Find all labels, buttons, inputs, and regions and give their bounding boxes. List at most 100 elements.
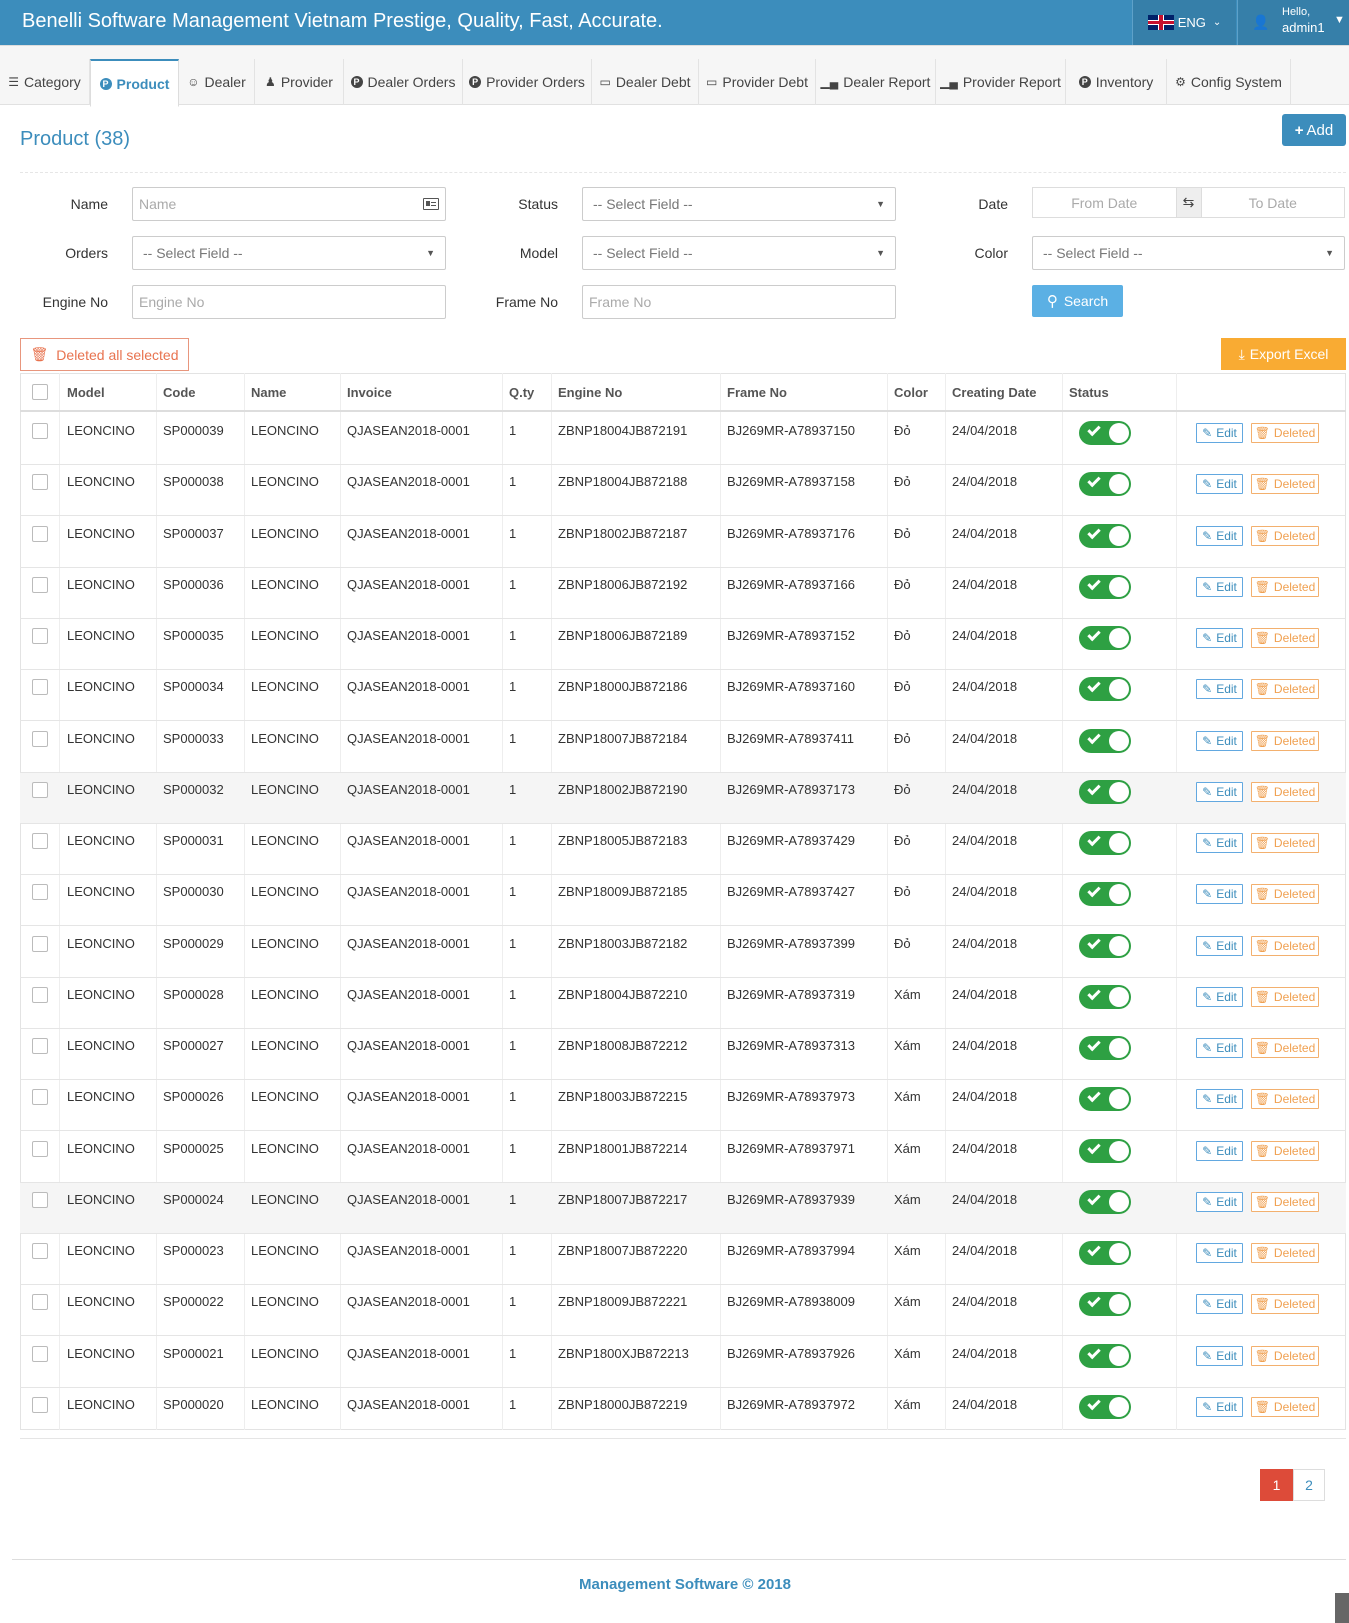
row-checkbox[interactable] (32, 423, 48, 439)
user-menu[interactable]: 👤 Hello, admin1 ▼ (1237, 0, 1349, 45)
delete-button[interactable]: 🗑 Deleted (1251, 987, 1319, 1007)
edit-button[interactable]: ✎ Edit (1196, 628, 1243, 648)
to-date-input[interactable]: To Date (1202, 188, 1345, 217)
page-1-button[interactable]: 1 (1260, 1469, 1293, 1501)
edit-button[interactable]: ✎ Edit (1196, 833, 1243, 853)
row-checkbox[interactable] (32, 1089, 48, 1105)
edit-button[interactable]: ✎ Edit (1196, 1038, 1243, 1058)
delete-all-selected-button[interactable]: 🗑 Deleted all selected (20, 338, 189, 371)
row-checkbox[interactable] (32, 526, 48, 542)
edit-button[interactable]: ✎ Edit (1196, 1089, 1243, 1109)
add-button[interactable]: + Add (1282, 114, 1346, 146)
status-toggle[interactable] (1079, 1241, 1131, 1265)
delete-button[interactable]: 🗑 Deleted (1251, 1192, 1319, 1212)
row-checkbox[interactable] (32, 474, 48, 490)
header-col-qty[interactable]: Q.ty (509, 385, 534, 400)
header-col-invoice[interactable]: Invoice (347, 385, 392, 400)
header-col-name[interactable]: Name (251, 385, 286, 400)
tab-dealer-orders[interactable]: P Dealer Orders (344, 59, 463, 105)
engine-no-input[interactable]: Engine No (132, 285, 446, 319)
tab-dealer[interactable]: ☺ Dealer (179, 59, 255, 105)
row-checkbox[interactable] (32, 782, 48, 798)
edit-button[interactable]: ✎ Edit (1196, 1141, 1243, 1161)
delete-button[interactable]: 🗑 Deleted (1251, 1038, 1319, 1058)
edit-button[interactable]: ✎ Edit (1196, 474, 1243, 494)
edit-button[interactable]: ✎ Edit (1196, 731, 1243, 751)
status-toggle[interactable] (1079, 1395, 1131, 1419)
delete-button[interactable]: 🗑 Deleted (1251, 1346, 1319, 1366)
row-checkbox[interactable] (32, 987, 48, 1003)
row-checkbox[interactable] (32, 577, 48, 593)
header-col-model[interactable]: Model (67, 385, 105, 400)
tab-category[interactable]: ☰ Category (0, 59, 90, 105)
status-toggle[interactable] (1079, 1344, 1131, 1368)
tab-provider-orders[interactable]: P Provider Orders (463, 59, 592, 105)
edit-button[interactable]: ✎ Edit (1196, 884, 1243, 904)
header-col-status[interactable]: Status (1069, 385, 1109, 400)
edit-button[interactable]: ✎ Edit (1196, 1243, 1243, 1263)
status-toggle[interactable] (1079, 1139, 1131, 1163)
frame-no-input[interactable]: Frame No (582, 285, 896, 319)
row-checkbox[interactable] (32, 1397, 48, 1413)
row-checkbox[interactable] (32, 833, 48, 849)
delete-button[interactable]: 🗑 Deleted (1251, 936, 1319, 956)
delete-button[interactable]: 🗑 Deleted (1251, 474, 1319, 494)
delete-button[interactable]: 🗑 Deleted (1251, 1141, 1319, 1161)
page-2-button[interactable]: 2 (1293, 1469, 1325, 1501)
delete-button[interactable]: 🗑 Deleted (1251, 884, 1319, 904)
tab-config-system[interactable]: ⚙ Config System (1167, 59, 1291, 105)
orders-select[interactable]: -- Select Field -- ▼ (132, 236, 446, 270)
header-col-code[interactable]: Code (163, 385, 196, 400)
edit-button[interactable]: ✎ Edit (1196, 1346, 1243, 1366)
delete-button[interactable]: 🗑 Deleted (1251, 782, 1319, 802)
tab-dealer-debt[interactable]: ▭ Dealer Debt (592, 59, 699, 105)
header-col-frame-no[interactable]: Frame No (727, 385, 787, 400)
edit-button[interactable]: ✎ Edit (1196, 782, 1243, 802)
status-toggle[interactable] (1079, 831, 1131, 855)
select-all-checkbox[interactable] (32, 384, 48, 400)
delete-button[interactable]: 🗑 Deleted (1251, 1243, 1319, 1263)
status-toggle[interactable] (1079, 985, 1131, 1009)
row-checkbox[interactable] (32, 884, 48, 900)
tab-dealer-report[interactable]: ▁▄ Dealer Report (816, 59, 936, 105)
status-toggle[interactable] (1079, 575, 1131, 599)
edit-button[interactable]: ✎ Edit (1196, 987, 1243, 1007)
status-toggle[interactable] (1079, 626, 1131, 650)
status-select[interactable]: -- Select Field -- ▼ (582, 187, 896, 221)
edit-button[interactable]: ✎ Edit (1196, 423, 1243, 443)
row-checkbox[interactable] (32, 679, 48, 695)
status-toggle[interactable] (1079, 472, 1131, 496)
status-toggle[interactable] (1079, 882, 1131, 906)
status-toggle[interactable] (1079, 677, 1131, 701)
delete-button[interactable]: 🗑 Deleted (1251, 833, 1319, 853)
header-col-creating-date[interactable]: Creating Date (952, 385, 1037, 400)
delete-button[interactable]: 🗑 Deleted (1251, 628, 1319, 648)
status-toggle[interactable] (1079, 934, 1131, 958)
scrollbar-corner[interactable] (1335, 1593, 1349, 1623)
tab-provider-report[interactable]: ▁▄ Provider Report (936, 59, 1066, 105)
name-input[interactable]: Name (132, 187, 446, 221)
row-checkbox[interactable] (32, 1243, 48, 1259)
tab-product[interactable]: P Product (90, 59, 179, 107)
header-col-color[interactable]: Color (894, 385, 928, 400)
edit-button[interactable]: ✎ Edit (1196, 1192, 1243, 1212)
delete-button[interactable]: 🗑 Deleted (1251, 526, 1319, 546)
color-select[interactable]: -- Select Field -- ▼ (1032, 236, 1345, 270)
delete-button[interactable]: 🗑 Deleted (1251, 1294, 1319, 1314)
delete-button[interactable]: 🗑 Deleted (1251, 577, 1319, 597)
row-checkbox[interactable] (32, 936, 48, 952)
row-checkbox[interactable] (32, 628, 48, 644)
row-checkbox[interactable] (32, 1294, 48, 1310)
header-col-engine-no[interactable]: Engine No (558, 385, 622, 400)
tab-inventory[interactable]: P Inventory (1066, 59, 1167, 105)
language-selector[interactable]: ENG ⌄ (1132, 0, 1236, 45)
status-toggle[interactable] (1079, 1190, 1131, 1214)
row-checkbox[interactable] (32, 1192, 48, 1208)
delete-button[interactable]: 🗑 Deleted (1251, 679, 1319, 699)
edit-button[interactable]: ✎ Edit (1196, 679, 1243, 699)
status-toggle[interactable] (1079, 729, 1131, 753)
delete-button[interactable]: 🗑 Deleted (1251, 731, 1319, 751)
delete-button[interactable]: 🗑 Deleted (1251, 1397, 1319, 1417)
status-toggle[interactable] (1079, 1036, 1131, 1060)
tab-provider[interactable]: ♟ Provider (255, 59, 344, 105)
